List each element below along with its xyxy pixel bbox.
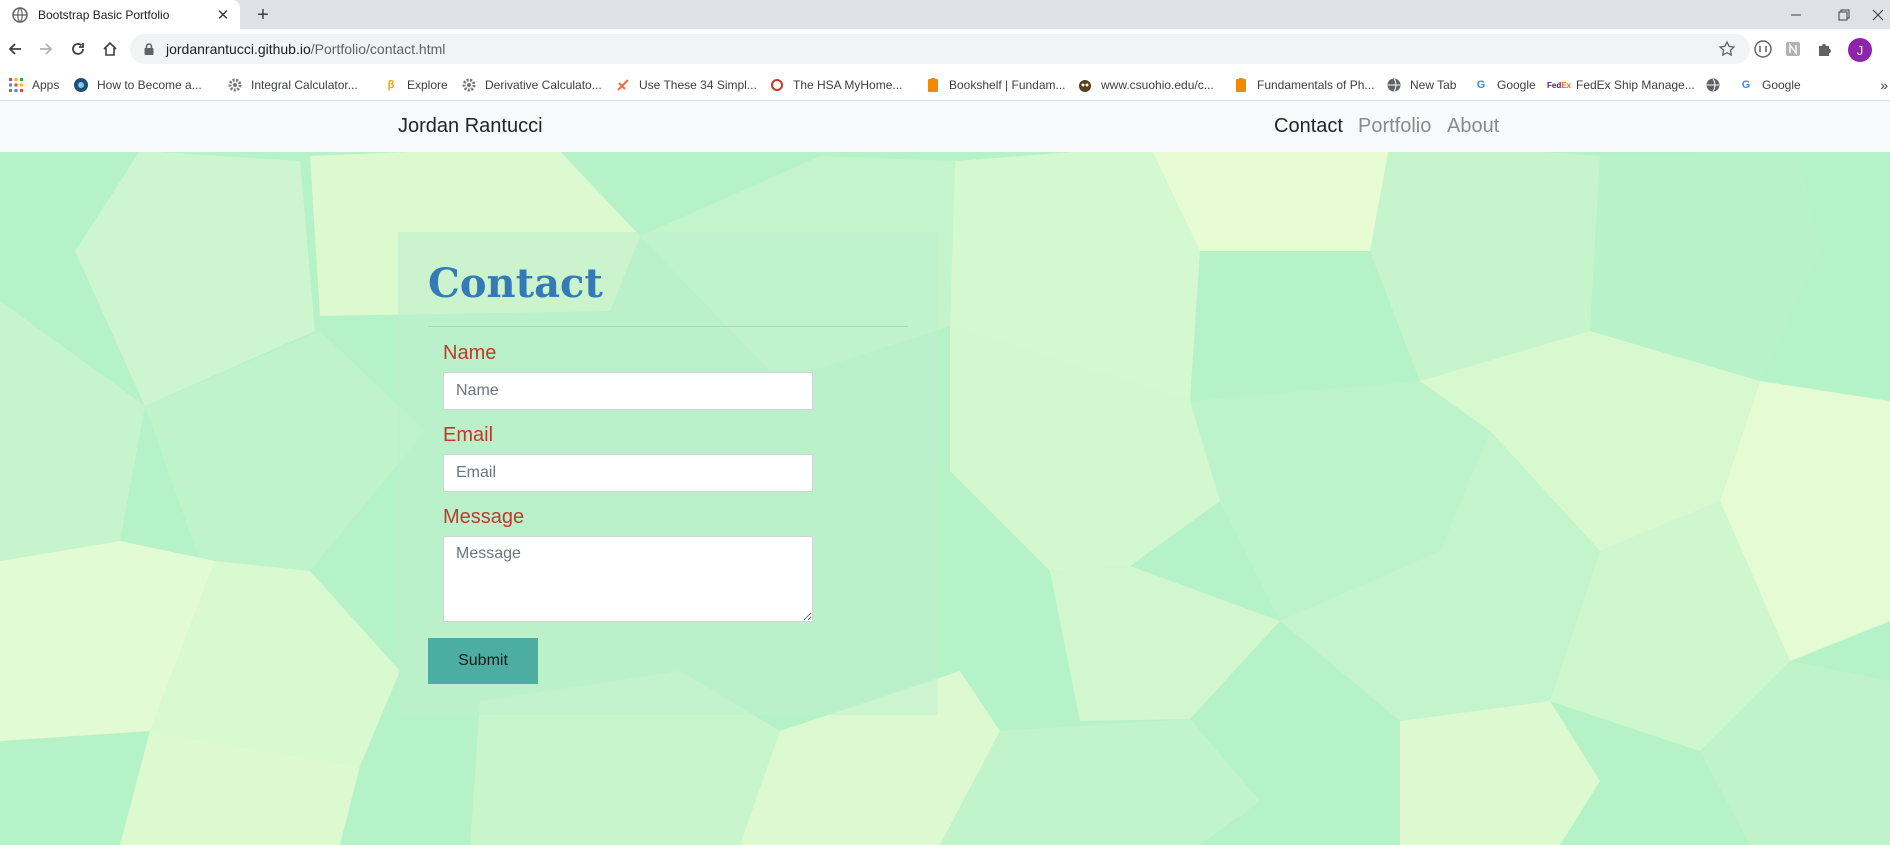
url-path: /Portfolio/contact.html [310, 41, 446, 57]
tab-title: Bootstrap Basic Portfolio [38, 7, 170, 22]
browser-toolbar: jordanrantucci.github.io/Portfolio/conta… [0, 29, 1890, 69]
site-icon [1077, 77, 1093, 93]
message-textarea[interactable] [443, 536, 813, 622]
bookmark-label: Bookshelf | Fundam... [949, 78, 1066, 92]
bookmark-item[interactable]: Fundamentals of Ph... [1233, 69, 1374, 101]
bookmark-item[interactable]: Integral Calculator... [227, 69, 358, 101]
extensions-puzzle-icon[interactable] [1814, 38, 1836, 60]
bookmark-label: Google [1762, 78, 1801, 92]
bookmark-item[interactable] [1705, 69, 1729, 101]
bookmark-label: Integral Calculator... [251, 78, 358, 92]
bookmark-label: FedEx Ship Manage... [1576, 78, 1695, 92]
site-brand[interactable]: Jordan Rantucci [398, 115, 543, 138]
bookmark-item[interactable]: Derivative Calculato... [461, 69, 602, 101]
email-input[interactable] [443, 454, 813, 492]
bookmark-label: Use These 34 Simpl... [639, 78, 757, 92]
site-icon [73, 77, 89, 93]
site-icon [615, 77, 631, 93]
name-label: Name [443, 342, 497, 364]
nav-link-contact[interactable]: Contact [1274, 115, 1343, 138]
bookmarks-bar: Apps How to Become a... Integral Calcula… [0, 69, 1890, 101]
lock-icon [142, 42, 156, 56]
message-label: Message [443, 506, 525, 528]
page-title: Contact [428, 260, 603, 307]
page-viewport: Jordan Rantucci Contact Portfolio About … [0, 101, 1890, 845]
submit-button[interactable]: Submit [428, 638, 538, 684]
bookmark-item[interactable]: www.csuohio.edu/c... [1077, 69, 1214, 101]
new-tab-button[interactable]: + [251, 3, 275, 27]
extension-icon[interactable] [1752, 38, 1774, 60]
gear-icon [461, 77, 477, 93]
gear-icon [227, 77, 243, 93]
bookmark-item[interactable]: How to Become a... [73, 69, 202, 101]
more-bookmarks-icon[interactable]: » [1880, 77, 1888, 93]
nav-link-portfolio[interactable]: Portfolio [1358, 115, 1431, 138]
bookmark-label: Google [1497, 78, 1536, 92]
url-domain: jordanrantucci.github.io [166, 41, 311, 57]
bookmark-label: Explore [407, 78, 448, 92]
reload-icon[interactable] [66, 37, 90, 61]
bookmark-item[interactable]: Use These 34 Simpl... [615, 69, 757, 101]
nav-link-about[interactable]: About [1447, 115, 1499, 138]
address-bar[interactable]: jordanrantucci.github.io/Portfolio/conta… [130, 34, 1750, 64]
bookmark-star-icon[interactable] [1718, 40, 1736, 58]
home-icon[interactable] [98, 37, 122, 61]
email-label: Email [443, 424, 494, 446]
forward-icon[interactable] [34, 37, 58, 61]
google-icon: G [1476, 79, 1486, 91]
close-window-icon[interactable] [1866, 0, 1890, 29]
globe-icon [1386, 77, 1402, 93]
bookmark-item[interactable]: Bookshelf | Fundam... [925, 69, 1066, 101]
bookmark-item[interactable]: Fed Ex FedEx Ship Manage... [1546, 69, 1695, 101]
browser-tab[interactable]: Bootstrap Basic Portfolio ✕ [0, 0, 240, 29]
extension-icon-2[interactable] [1782, 38, 1804, 60]
site-icon [769, 77, 785, 93]
bookmark-label: www.csuohio.edu/c... [1101, 78, 1214, 92]
google-icon: G [1741, 79, 1751, 91]
bookmark-item[interactable]: New Tab [1386, 69, 1456, 101]
site-navbar: Jordan Rantucci Contact Portfolio About [0, 101, 1890, 152]
back-icon[interactable] [3, 37, 27, 61]
name-input[interactable] [443, 372, 813, 410]
bookmark-apps[interactable]: Apps [8, 69, 59, 101]
heading-divider [428, 326, 908, 327]
close-tab-icon[interactable]: ✕ [212, 4, 234, 26]
fedex-icon: Fed Ex [1546, 80, 1572, 90]
bookmark-label: Derivative Calculato... [485, 78, 602, 92]
bookmark-icon [925, 77, 941, 93]
contact-panel: Contact Name Email Message Submit [398, 232, 938, 715]
restore-icon[interactable] [1824, 0, 1864, 29]
profile-avatar[interactable]: J [1848, 38, 1872, 62]
bookmark-label: How to Become a... [97, 78, 202, 92]
bookmark-label: Fundamentals of Ph... [1257, 78, 1375, 92]
globe-icon [12, 6, 28, 23]
bookmark-item[interactable]: G Google [1738, 69, 1801, 101]
globe-icon [1705, 77, 1721, 93]
bookmark-item[interactable]: β Explore [383, 69, 448, 101]
bookmark-label: New Tab [1410, 78, 1457, 92]
bookmark-label: The HSA MyHome... [793, 78, 903, 92]
apps-grid-icon [8, 77, 24, 93]
hexagon-background [0, 101, 1890, 845]
site-icon: β [387, 79, 395, 91]
bookmark-item[interactable]: G Google [1473, 69, 1536, 101]
bookmark-label: Apps [32, 78, 60, 92]
bookmark-item[interactable]: The HSA MyHome... [769, 69, 902, 101]
bookmark-icon [1233, 77, 1249, 93]
minimize-icon[interactable] [1776, 0, 1816, 29]
tab-strip: Bootstrap Basic Portfolio ✕ + [0, 0, 1890, 29]
